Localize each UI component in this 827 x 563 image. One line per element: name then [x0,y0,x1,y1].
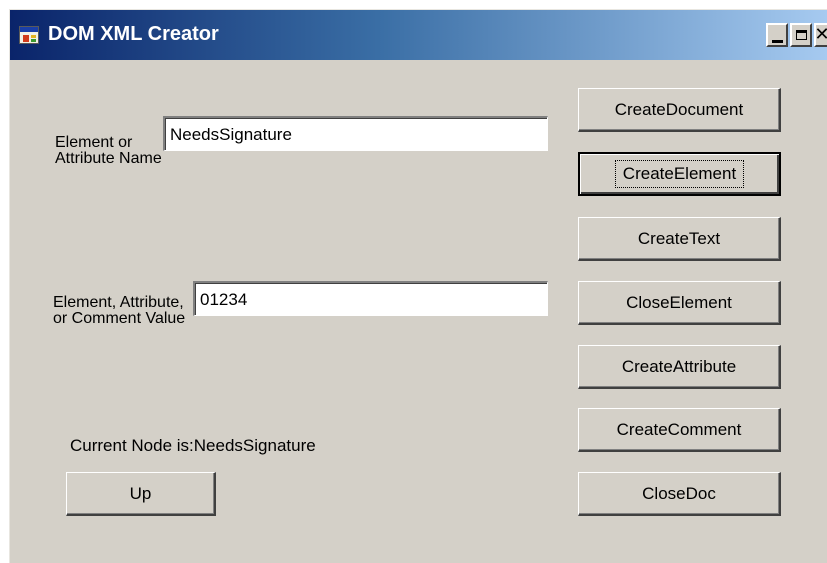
minimize-icon [771,39,783,43]
app-window: DOM XML Creator ✕ Element or Attribute N… [9,9,827,563]
create-attribute-button[interactable]: CreateAttribute [578,345,781,389]
element-value-label: Element, Attribute, or Comment Value [53,294,186,327]
maximize-button[interactable] [790,23,812,47]
element-name-input[interactable]: NeedsSignature [163,116,548,151]
create-document-button[interactable]: CreateDocument [578,88,781,132]
create-text-button[interactable]: CreateText [578,217,781,261]
maximize-icon [795,30,807,40]
title-bar[interactable]: DOM XML Creator ✕ [10,10,827,60]
close-button[interactable]: ✕ [814,23,827,47]
element-name-label: Element or Attribute Name [55,134,162,167]
close-icon: ✕ [814,24,827,45]
create-element-button[interactable]: CreateElement [578,152,781,196]
app-icon[interactable] [19,26,39,44]
minimize-button[interactable] [766,23,788,47]
up-button[interactable]: Up [66,472,216,516]
window-title: DOM XML Creator [48,23,219,45]
create-comment-button[interactable]: CreateComment [578,408,781,452]
element-value-input[interactable]: 01234 [193,281,548,316]
close-doc-button[interactable]: CloseDoc [578,472,781,516]
current-node-label: Current Node is:NeedsSignature [70,436,316,455]
close-element-button[interactable]: CloseElement [578,281,781,325]
